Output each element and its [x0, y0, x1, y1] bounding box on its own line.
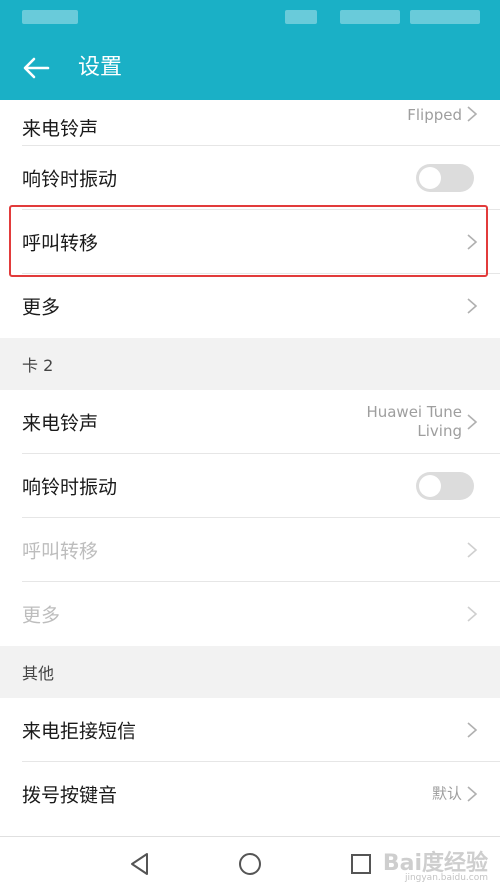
watermark-url: jingyan.baidu.com — [404, 873, 488, 883]
back-triangle-icon[interactable] — [127, 851, 153, 877]
section-header-other: 其他 — [0, 646, 500, 698]
section-header-card2: 卡 2 — [0, 338, 500, 390]
row-ringtone-2[interactable]: 来电铃声 Huawei Tune Living — [22, 390, 500, 454]
back-arrow-icon[interactable] — [20, 52, 52, 84]
chevron-right-icon — [467, 413, 478, 430]
row-ringtone-1[interactable]: 来电铃声 Flipped — [22, 100, 500, 146]
row-label: 呼叫转移 — [22, 540, 99, 562]
chevron-right-icon — [467, 106, 478, 122]
row-label: 来电拒接短信 — [22, 720, 137, 742]
status-blur-2 — [340, 10, 400, 24]
row-label: 响铃时振动 — [22, 168, 118, 190]
row-value: 默认 — [431, 784, 462, 803]
chevron-right-icon — [467, 541, 478, 558]
row-more-1[interactable]: 更多 — [22, 274, 500, 338]
chevron-right-icon — [467, 721, 478, 738]
row-value: Huawei Tune Living — [366, 403, 462, 441]
app-bar: 设置 — [0, 36, 500, 100]
status-bar — [0, 0, 500, 36]
row-label: 响铃时振动 — [22, 476, 118, 498]
row-dial-tone[interactable]: 拨号按键音 默认 — [22, 762, 500, 826]
row-label: 来电铃声 — [22, 412, 99, 434]
row-more-2: 更多 — [22, 582, 500, 646]
chevron-right-icon — [467, 606, 478, 622]
home-circle-icon[interactable] — [237, 851, 263, 877]
page-title: 设置 — [78, 55, 123, 80]
row-value: Flipped — [407, 106, 462, 124]
vibrate-toggle[interactable] — [416, 471, 474, 500]
toggle-knob — [419, 166, 441, 189]
row-label: 拨号按键音 — [22, 784, 118, 807]
status-blur-3 — [410, 10, 480, 24]
recents-square-icon[interactable] — [348, 851, 374, 877]
row-label: 更多 — [22, 296, 61, 319]
status-blur-1 — [285, 10, 317, 24]
row-call-forwarding-2: 呼叫转移 — [22, 518, 500, 582]
row-vibrate-2[interactable]: 响铃时振动 — [22, 454, 500, 518]
row-label: 来电铃声 — [22, 118, 99, 140]
section-label: 其他 — [22, 664, 55, 683]
navigation-bar: Bai度经验 jingyan.baidu.com — [0, 836, 500, 889]
status-blur-left — [22, 10, 78, 24]
row-vibrate-1[interactable]: 响铃时振动 — [22, 146, 500, 210]
row-label: 更多 — [22, 604, 61, 627]
section-label: 卡 2 — [22, 356, 54, 375]
chevron-right-icon — [467, 298, 478, 314]
vibrate-toggle[interactable] — [416, 163, 474, 192]
highlight-box — [9, 205, 488, 277]
row-value-line1: Huawei Tune — [366, 402, 462, 421]
row-reject-sms[interactable]: 来电拒接短信 — [22, 698, 500, 762]
chevron-right-icon — [467, 786, 478, 802]
row-value-line2: Living — [417, 421, 462, 440]
toggle-knob — [419, 474, 441, 497]
